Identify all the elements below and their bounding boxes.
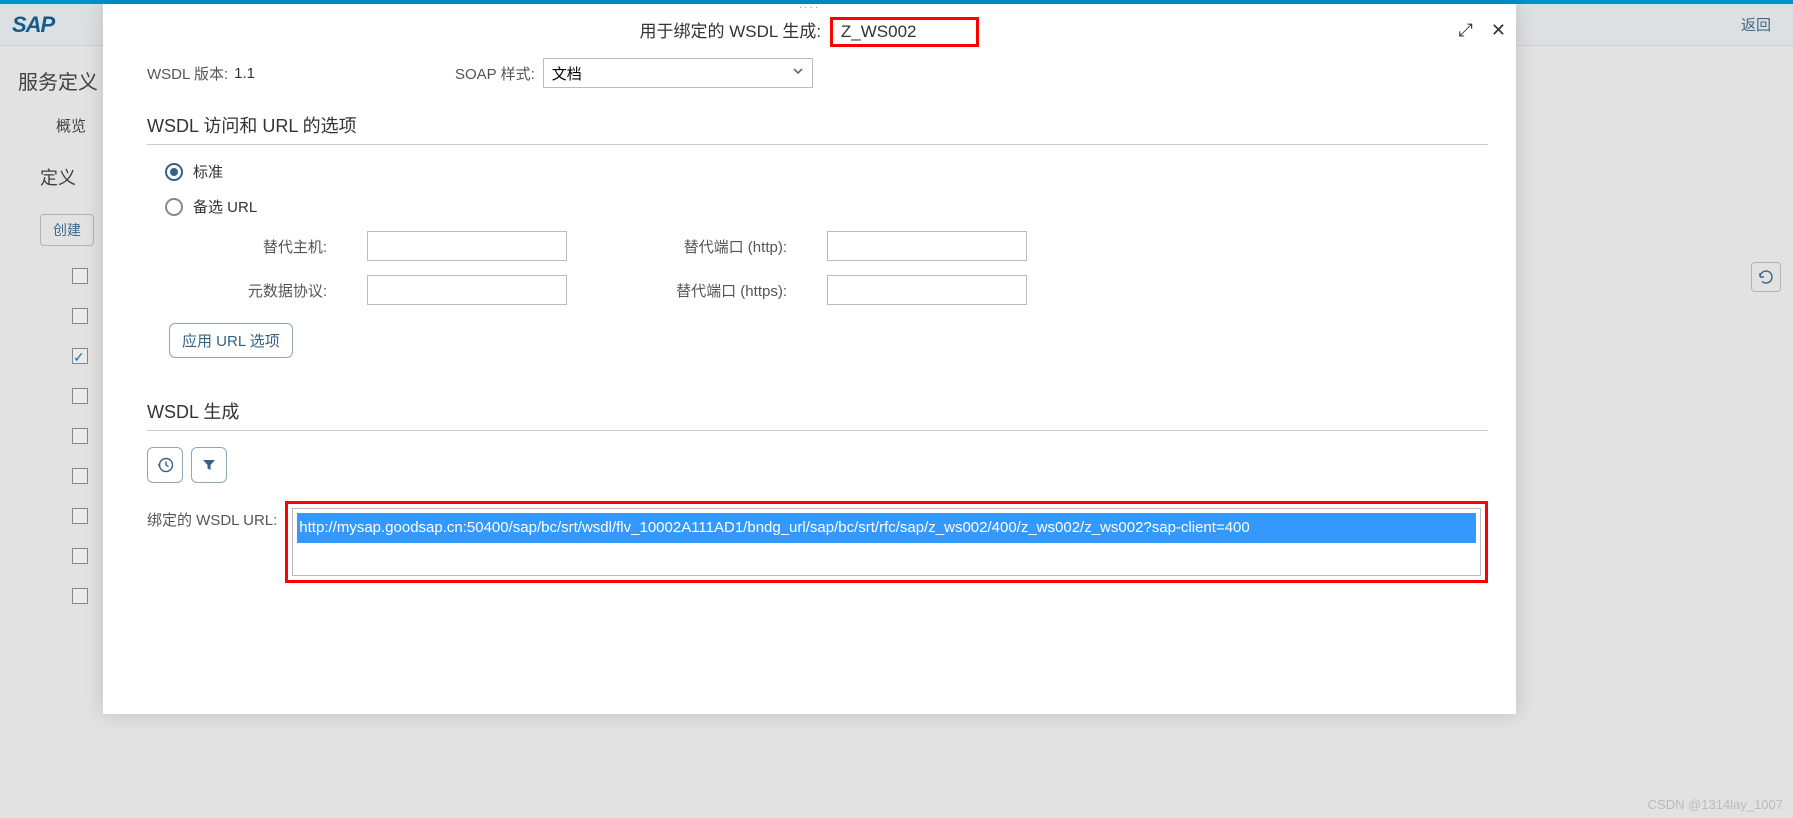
- radio-standard-label: 标准: [193, 161, 223, 182]
- soap-style-select[interactable]: [543, 58, 813, 88]
- radio-alt-label: 备选 URL: [193, 196, 257, 217]
- section-divider: [147, 144, 1488, 145]
- radio-alt-row[interactable]: 备选 URL: [165, 196, 1488, 217]
- history-icon: [156, 456, 174, 474]
- alt-host-input[interactable]: [367, 231, 567, 261]
- radio-alt-url[interactable]: [165, 198, 183, 216]
- apply-url-options-button[interactable]: 应用 URL 选项: [169, 323, 293, 358]
- history-button[interactable]: [147, 447, 183, 483]
- watermark: CSDN @1314lay_1007: [1648, 797, 1783, 812]
- alt-host-label: 替代主机:: [197, 236, 327, 257]
- wsdl-url-highlight-box: http://mysap.goodsap.cn:50400/sap/bc/srt…: [285, 501, 1488, 583]
- wsdl-version-label: WSDL 版本:: [147, 63, 228, 84]
- port-http-input[interactable]: [827, 231, 1027, 261]
- modal-service-id: Z_WS002: [830, 17, 980, 47]
- port-https-input[interactable]: [827, 275, 1027, 305]
- radio-standard-row[interactable]: 标准: [165, 161, 1488, 182]
- section-access-title: WSDL 访问和 URL 的选项: [147, 112, 1488, 138]
- port-http-label: 替代端口 (http):: [607, 236, 787, 257]
- modal-title-prefix: 用于绑定的 WSDL 生成:: [640, 22, 822, 41]
- section-generate-title: WSDL 生成: [147, 398, 1488, 424]
- filter-button[interactable]: [191, 447, 227, 483]
- modal-header: 用于绑定的 WSDL 生成: Z_WS002 ⤢ ✕: [103, 12, 1516, 52]
- metadata-input[interactable]: [367, 275, 567, 305]
- wsdl-modal: 用于绑定的 WSDL 生成: Z_WS002 ⤢ ✕ WSDL 版本: 1.1 …: [103, 4, 1516, 714]
- wsdl-url-field[interactable]: http://mysap.goodsap.cn:50400/sap/bc/srt…: [292, 508, 1481, 576]
- modal-title: 用于绑定的 WSDL 生成: Z_WS002: [119, 17, 1500, 47]
- metadata-label: 元数据协议:: [197, 280, 327, 301]
- wsdl-version-value: 1.1: [234, 65, 255, 82]
- soap-style-label: SOAP 样式:: [455, 63, 535, 84]
- modal-body: WSDL 版本: 1.1 SOAP 样式: WSDL 访问和 URL 的选项 标…: [103, 52, 1516, 714]
- expand-icon[interactable]: ⤢: [1459, 20, 1473, 41]
- port-https-label: 替代端口 (https):: [607, 280, 787, 301]
- wsdl-url-text: http://mysap.goodsap.cn:50400/sap/bc/srt…: [297, 513, 1476, 543]
- filter-icon: [201, 457, 217, 473]
- wsdl-url-label: 绑定的 WSDL URL:: [147, 501, 277, 530]
- modal-drag-handle[interactable]: [103, 4, 1516, 12]
- section-divider-2: [147, 430, 1488, 431]
- radio-standard[interactable]: [165, 163, 183, 181]
- close-icon[interactable]: ✕: [1491, 20, 1506, 41]
